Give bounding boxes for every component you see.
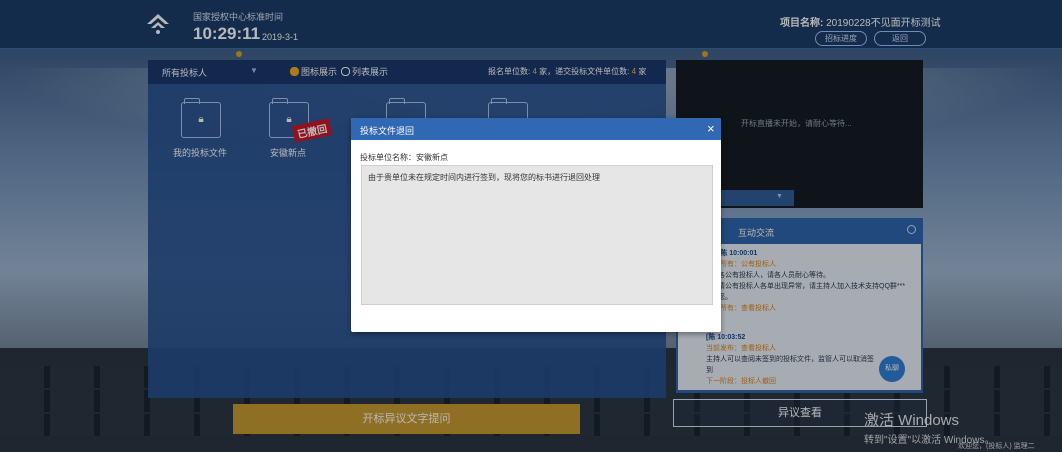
close-icon[interactable]: × [707,121,715,136]
return-reason-text: 由于贵单位未在规定时间内进行签到，现将您的标书进行退回处理 [361,165,713,305]
bidder-name-field: 投标单位名称：安徽新点 [360,153,448,162]
dialog-title: 投标文件退回 [360,126,415,136]
dialog-header: 投标文件退回 × [351,118,721,140]
return-bid-dialog: 投标文件退回 × 投标单位名称：安徽新点 由于贵单位未在规定时间内进行签到，现将… [351,118,721,332]
